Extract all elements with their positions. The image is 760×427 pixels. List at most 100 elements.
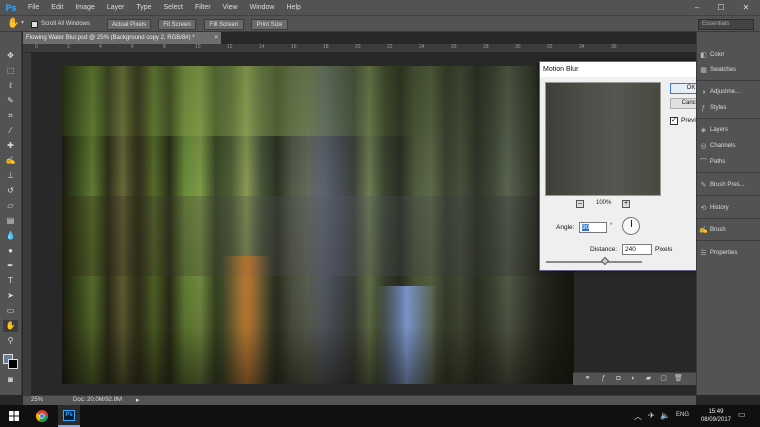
new-group-icon[interactable]: ▰ [644, 375, 653, 383]
volume-icon[interactable]: 🔈 [660, 411, 670, 420]
distance-slider-track[interactable] [546, 261, 642, 263]
menu-edit[interactable]: Edit [45, 4, 69, 11]
distance-input[interactable]: 240 [622, 244, 652, 255]
fill-screen-button[interactable]: Fill Screen [204, 19, 244, 30]
close-tab-icon[interactable]: × [214, 32, 218, 44]
link-layers-icon[interactable]: ⚭ [583, 375, 592, 383]
panel-brush[interactable]: ✍ Brush [699, 224, 759, 236]
properties-icon: ☰ [700, 250, 707, 257]
quick-mask-icon[interactable]: ◙ [3, 374, 18, 386]
adjustment-layer-icon[interactable]: ◐ [629, 375, 638, 383]
menu-layer[interactable]: Layer [101, 4, 131, 11]
lasso-tool-icon[interactable]: ℓ [3, 80, 18, 92]
blurred-forest-photo[interactable] [62, 66, 574, 384]
panel-paths[interactable]: ⌒ Paths [699, 156, 759, 168]
clock-time: 15:49 [708, 409, 724, 415]
status-arrow-icon[interactable]: ▸ [136, 396, 140, 404]
shape-tool-icon[interactable]: ▭ [3, 305, 18, 317]
ruler-tick: 0 [35, 44, 38, 50]
menu-view[interactable]: View [217, 4, 244, 11]
panel-color[interactable]: ◧ Color [699, 49, 759, 61]
document-tab[interactable]: Flowing Water Blur.psd @ 25% (Background… [23, 32, 221, 44]
marquee-tool-icon[interactable]: ⬚ [3, 65, 18, 77]
panel-brush-presets[interactable]: ✎ Brush Pres... [699, 179, 759, 191]
zoom-out-button[interactable]: – [576, 200, 584, 208]
photoshop-taskbar-icon[interactable]: Ps [58, 405, 80, 427]
hand-tool-icon-active[interactable]: ✋ [3, 320, 18, 332]
quick-select-tool-icon[interactable]: ✎ [3, 95, 18, 107]
language-indicator[interactable]: ENG [676, 412, 689, 418]
panel-divider [697, 118, 760, 119]
panel-adjustments[interactable]: ◑ Adjustme... [699, 86, 759, 98]
panel-swatches[interactable]: ▦ Swatches [699, 64, 759, 76]
taskbar-clock[interactable]: 15:49 08/09/2017 [701, 408, 731, 424]
menu-image[interactable]: Image [69, 4, 100, 11]
healing-tool-icon[interactable]: ✚ [3, 140, 18, 152]
panel-properties[interactable]: ☰ Properties [699, 247, 759, 259]
scroll-all-windows-checkbox[interactable] [31, 21, 38, 28]
panel-channels[interactable]: ◎ Channels [699, 140, 759, 152]
filter-preview[interactable] [545, 82, 661, 196]
menu-file[interactable]: File [22, 4, 45, 11]
panel-label: Swatches [710, 67, 737, 73]
chrome-taskbar-icon[interactable] [31, 405, 53, 427]
menu-filter[interactable]: Filter [189, 4, 217, 11]
start-button[interactable] [4, 405, 24, 427]
gradient-tool-icon[interactable]: ▤ [3, 215, 18, 227]
panel-layers[interactable]: ◈ Layers [699, 124, 759, 136]
chevron-up-icon[interactable]: ︿ [634, 411, 642, 422]
menu-window[interactable]: Window [244, 4, 281, 11]
ruler-tick: 8 [163, 44, 166, 50]
network-icon[interactable]: ✈ [648, 411, 655, 420]
type-tool-icon[interactable]: T [3, 275, 18, 287]
close-window-button[interactable]: ✕ [735, 0, 757, 15]
crop-tool-icon[interactable]: ⌗ [3, 110, 18, 122]
scroll-all-windows-label: Scroll All Windows [41, 21, 91, 27]
stamp-tool-icon[interactable]: ⊥ [3, 170, 18, 182]
brush-tool-icon[interactable]: ✍ [3, 155, 18, 167]
ruler-tick: 4 [99, 44, 102, 50]
actual-pixels-button[interactable]: Actual Pixels [107, 19, 151, 30]
print-size-button[interactable]: Print Size [251, 19, 288, 30]
panel-styles[interactable]: ƒ Styles [699, 102, 759, 114]
dodge-tool-icon[interactable]: ● [3, 245, 18, 257]
tool-preset-chevron-icon[interactable]: ▾ [21, 19, 24, 26]
zoom-tool-icon[interactable]: ⚲ [3, 335, 18, 347]
hand-tool-icon[interactable]: ✋ [7, 18, 19, 29]
eraser-tool-icon[interactable]: ▱ [3, 200, 18, 212]
status-zoom[interactable]: 25% [31, 397, 43, 403]
panel-history[interactable]: ⟲ History [699, 202, 759, 214]
preview-checkbox[interactable]: ✓ [670, 117, 678, 125]
fit-screen-button[interactable]: Fit Screen [158, 19, 196, 30]
workspace-select[interactable]: Essentials [698, 19, 754, 30]
layer-style-icon[interactable]: ƒ [599, 375, 608, 383]
layer-mask-icon[interactable]: ◘ [614, 375, 623, 383]
eyedropper-tool-icon[interactable]: ⁄ [3, 125, 18, 137]
background-color-swatch[interactable] [8, 359, 18, 369]
maximize-button[interactable]: ☐ [710, 0, 732, 15]
pen-tool-icon[interactable]: ✒ [3, 260, 18, 272]
angle-dial[interactable] [622, 217, 640, 235]
notifications-icon[interactable]: ▭ [738, 410, 746, 419]
history-brush-tool-icon[interactable]: ↺ [3, 185, 18, 197]
ruler-tick: 36 [611, 44, 617, 50]
menu-select[interactable]: Select [158, 4, 189, 11]
panel-divider [697, 195, 760, 196]
panel-divider [697, 172, 760, 173]
ruler-tick: 32 [547, 44, 553, 50]
angle-input[interactable]: 90 [579, 222, 607, 233]
move-tool-icon[interactable]: ✥ [3, 50, 18, 62]
menu-type[interactable]: Type [130, 4, 157, 11]
path-select-tool-icon[interactable]: ➤ [3, 290, 18, 302]
blur-tool-icon[interactable]: 💧 [3, 230, 18, 242]
distance-slider-thumb[interactable] [600, 256, 610, 266]
zoom-in-button[interactable]: + [622, 200, 630, 208]
minimize-button[interactable]: – [686, 0, 708, 15]
menu-help[interactable]: Help [281, 4, 307, 11]
trash-icon[interactable]: 🗑 [674, 375, 683, 383]
status-bar: 25% Doc: 20.0M/92.8M ▸ [23, 395, 696, 405]
distance-unit: Pixels [655, 246, 673, 253]
history-icon: ⟲ [700, 205, 707, 212]
new-layer-icon[interactable]: ▢ [659, 375, 668, 383]
dialog-titlebar[interactable]: Motion Blur ✕ [540, 62, 718, 77]
